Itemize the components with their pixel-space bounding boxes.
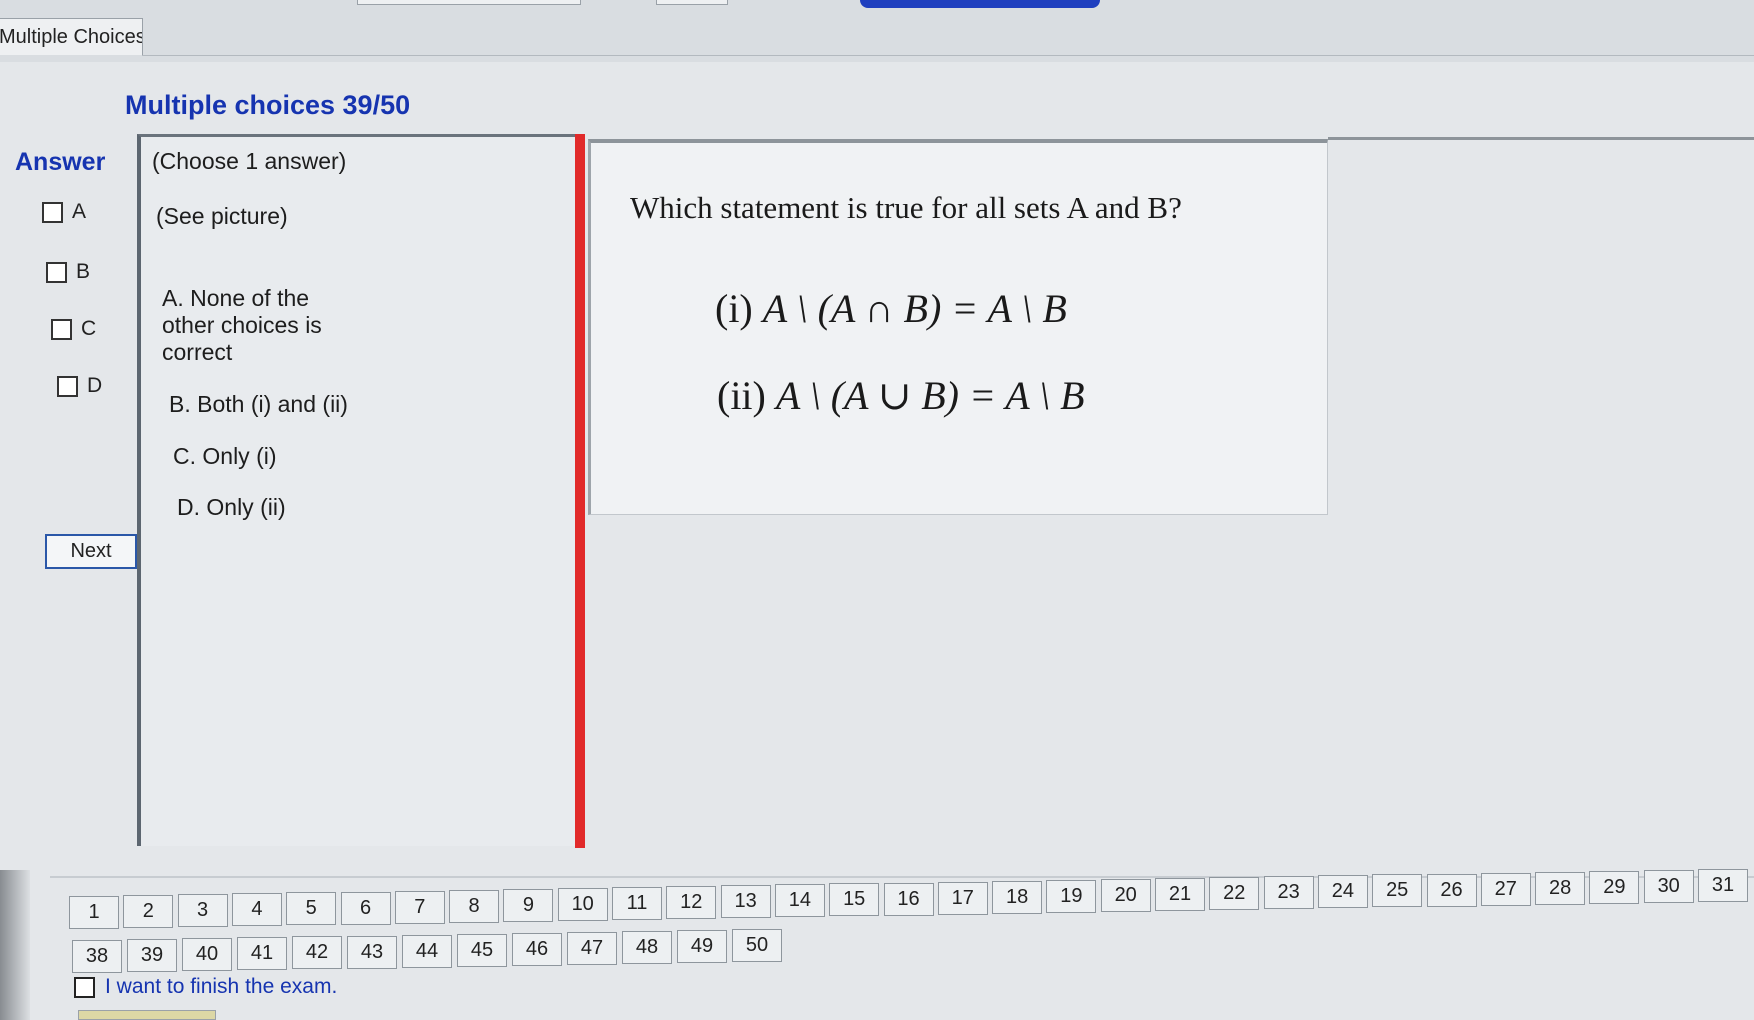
question-nav-button[interactable]: 28: [1535, 871, 1586, 905]
question-nav-button[interactable]: 49: [677, 930, 727, 964]
statement-formula: A \ (A ∪ B) = A \ B: [775, 373, 1085, 418]
answer-option-d[interactable]: D: [57, 374, 102, 398]
statement-label: (ii): [717, 373, 766, 418]
question-nav-button[interactable]: 24: [1317, 875, 1368, 909]
page-title: Multiple choices 39/50: [125, 90, 411, 120]
question-nav-button[interactable]: 9: [503, 888, 554, 922]
choice-line: correct: [162, 339, 233, 365]
choice-c-text: C. Only (i): [173, 443, 277, 469]
question-nav-button[interactable]: 26: [1426, 873, 1477, 907]
answer-option-b[interactable]: B: [46, 260, 90, 284]
choice-line: A. None of the: [162, 285, 310, 311]
answer-option-c[interactable]: C: [51, 317, 96, 341]
panel-divider: [575, 134, 585, 848]
question-nav-button[interactable]: 29: [1589, 870, 1640, 904]
question-nav-button[interactable]: 43: [347, 935, 397, 969]
question-nav-button[interactable]: 48: [622, 931, 672, 964]
logo-fragment: [860, 0, 1100, 12]
answer-option-label: B: [76, 260, 91, 283]
next-button[interactable]: Next: [45, 534, 137, 569]
finish-exam-checkbox[interactable]: [74, 976, 95, 998]
question-nav-button[interactable]: 38: [72, 940, 122, 973]
question-nav-button[interactable]: 22: [1209, 877, 1260, 911]
question-nav-button[interactable]: 14: [774, 884, 825, 918]
statement-label: (i): [715, 286, 753, 331]
question-nav-button[interactable]: 39: [127, 939, 177, 973]
choices-panel: [137, 134, 575, 846]
checkbox-d[interactable]: [57, 375, 78, 397]
question-nav-button[interactable]: 21: [1155, 878, 1205, 911]
question-nav-button[interactable]: 10: [557, 887, 608, 921]
question-nav-button[interactable]: 13: [720, 885, 771, 919]
question-nav-button[interactable]: 41: [237, 937, 287, 971]
statement-formula: A \ (A ∩ B) = A \ B: [762, 286, 1067, 331]
question-nav-button[interactable]: 30: [1643, 869, 1694, 903]
question-nav-button[interactable]: 2: [123, 895, 174, 929]
see-picture-note: (See picture): [156, 203, 288, 229]
tab-multiple-choices[interactable]: Multiple Choices: [0, 18, 143, 55]
question-nav-button[interactable]: 50: [732, 929, 782, 963]
statement-ii: (ii) A \ (A ∪ B) = A \ B: [717, 372, 1085, 419]
question-nav-button[interactable]: 47: [567, 931, 617, 965]
answer-option-a[interactable]: A: [42, 200, 86, 224]
question-nav-button[interactable]: 42: [292, 936, 342, 970]
question-nav-button[interactable]: 27: [1480, 872, 1531, 906]
question-nav-button[interactable]: 25: [1372, 874, 1423, 908]
question-nav-button[interactable]: 45: [457, 933, 507, 967]
finish-exam-option[interactable]: I want to finish the exam.: [74, 975, 337, 999]
question-nav-button[interactable]: 15: [829, 883, 880, 917]
question-nav-button[interactable]: 3: [177, 894, 228, 928]
toolbar-fragment: [357, 0, 581, 5]
question-nav-button[interactable]: 46: [512, 932, 562, 966]
question-nav-button[interactable]: 7: [394, 890, 445, 924]
finish-button[interactable]: [78, 1010, 216, 1020]
choice-line: other choices is: [162, 312, 322, 338]
statement-i: (i) A \ (A ∩ B) = A \ B: [715, 285, 1067, 332]
checkbox-b[interactable]: [46, 261, 67, 283]
finish-exam-label: I want to finish the exam.: [105, 975, 338, 998]
question-nav-button[interactable]: 17: [937, 881, 988, 915]
question-nav-button[interactable]: 20: [1100, 878, 1151, 912]
question-text: Which statement is true for all sets A a…: [630, 190, 1182, 225]
question-nav-button[interactable]: 44: [402, 934, 452, 968]
tab-divider: [142, 55, 1754, 56]
question-nav-button[interactable]: 11: [612, 887, 662, 920]
question-nav-button[interactable]: 8: [449, 889, 500, 923]
answer-option-label: D: [87, 374, 103, 397]
answer-heading: Answer: [15, 148, 106, 176]
choice-a-text: A. None of the other choices is correct: [162, 285, 322, 366]
toolbar-fragment: [656, 0, 728, 5]
question-nav-button[interactable]: 12: [666, 886, 717, 920]
checkbox-c[interactable]: [51, 318, 72, 340]
question-nav-button[interactable]: 6: [340, 891, 391, 925]
choice-d-text: D. Only (ii): [177, 494, 286, 520]
question-nav-button[interactable]: 18: [992, 880, 1043, 914]
question-nav-button[interactable]: 31: [1698, 869, 1748, 902]
checkbox-a[interactable]: [42, 201, 63, 223]
answer-option-label: A: [72, 200, 87, 223]
panel-border: [1328, 137, 1754, 140]
question-nav-button[interactable]: 5: [286, 892, 337, 926]
choose-instruction: (Choose 1 answer): [152, 148, 347, 174]
question-nav-button[interactable]: 23: [1263, 876, 1314, 910]
question-nav-button[interactable]: 16: [883, 882, 934, 916]
question-nav-button[interactable]: 1: [69, 896, 119, 929]
choice-b-text: B. Both (i) and (ii): [169, 391, 348, 417]
question-nav-button[interactable]: 19: [1046, 879, 1097, 913]
question-nav-button[interactable]: 40: [182, 938, 232, 972]
question-nav-button[interactable]: 4: [231, 893, 282, 927]
screen-bezel: [0, 870, 30, 1020]
answer-option-label: C: [81, 317, 97, 340]
